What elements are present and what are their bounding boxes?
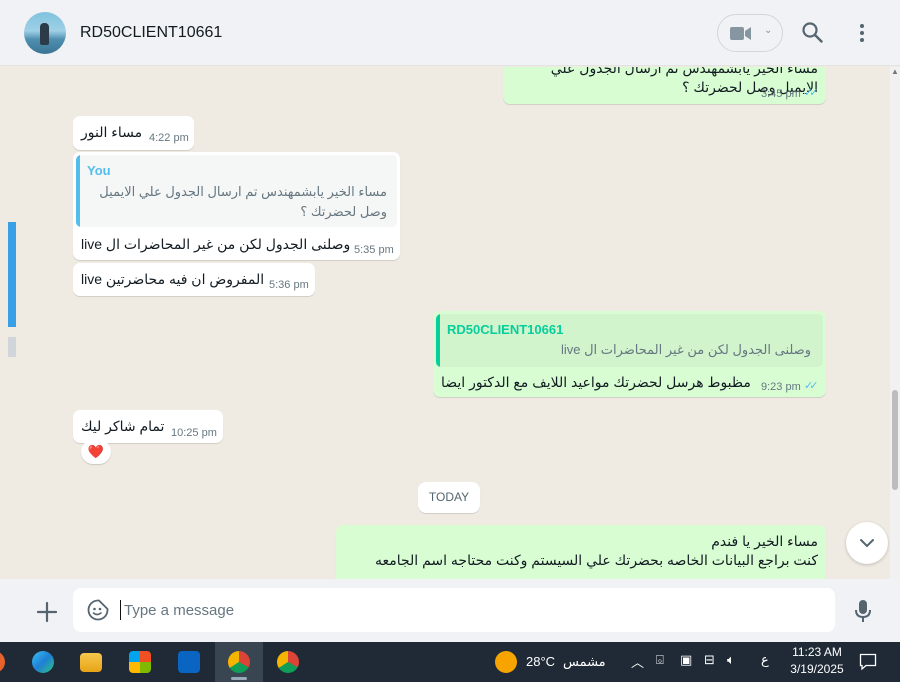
camera-icon[interactable]: ⌺: [656, 652, 664, 668]
contact-avatar[interactable]: [24, 12, 66, 54]
taskbar-store[interactable]: [116, 642, 164, 682]
sun-icon[interactable]: [495, 651, 517, 673]
outlook-icon: [178, 651, 200, 673]
search-icon: [802, 22, 823, 43]
whatsapp-window: RD50CLIENT10661 ⌄ مساء الخير يابشمهندس ت…: [0, 0, 900, 642]
store-icon: [129, 651, 151, 673]
message-text-line: مساء الخير يا فندم: [711, 533, 818, 549]
taskbar-edge[interactable]: [19, 642, 67, 682]
message-bubble[interactable]: مساء الخير يابشمهندس تم ارسال الجدول علي…: [503, 67, 826, 104]
scroll-to-bottom-button[interactable]: [846, 522, 888, 564]
clock-time[interactable]: 11:23 AM: [788, 645, 846, 659]
search-button[interactable]: [802, 22, 823, 48]
message-bubble[interactable]: RD50CLIENT10661 وصلنى الجدول لكن من غير …: [433, 311, 826, 397]
message-bubble[interactable]: المفروض ان فيه محاضرتين live 5:36 pm: [73, 263, 315, 296]
message-input[interactable]: [124, 588, 804, 632]
scrollbar-thumb[interactable]: [892, 390, 898, 490]
chevron-down-icon: ⌄: [764, 25, 773, 36]
message-text-line: كنت براجع البيانات الخاصه بحضرتك علي الس…: [374, 552, 818, 568]
chrome-icon: [277, 651, 299, 673]
sticker-icon: [87, 599, 109, 621]
message-time: 10:25 pm: [171, 427, 217, 439]
message-text: مساء النور: [81, 124, 143, 140]
message-text: وصلنى الجدول لكن من غير المحاضرات ال liv…: [81, 236, 351, 252]
message-time: 3:45 pm: [761, 88, 801, 100]
attach-button[interactable]: [36, 601, 58, 628]
edge-icon: [32, 651, 54, 673]
message-time: 5:35 pm: [354, 244, 394, 256]
taskbar-app-partial[interactable]: [0, 642, 18, 682]
quote-text: مساء الخير يابشمهندس تم ارسال الجدول علي…: [99, 184, 387, 219]
message-text: مظبوط هرسل لحضرتك مواعيد اللايف مع الدكت…: [441, 374, 751, 390]
scrollbar-track[interactable]: [890, 67, 900, 579]
message-bubble[interactable]: تمام شاكر ليك 10:25 pm: [73, 410, 223, 443]
input-language[interactable]: ع: [761, 652, 769, 668]
message-time: 4:22 pm: [149, 132, 189, 144]
scroll-up-arrow-icon[interactable]: ▲: [891, 67, 899, 76]
chevron-down-icon: [860, 539, 874, 548]
message-time: 5:36 pm: [269, 279, 309, 291]
composer: [0, 579, 900, 642]
taskbar-file-explorer[interactable]: [67, 642, 115, 682]
message-bubble[interactable]: مساء الخير يا فندم كنت براجع البيانات ال…: [336, 525, 826, 579]
quoted-message[interactable]: You مساء الخير يابشمهندس تم ارسال الجدول…: [76, 155, 397, 227]
mic-icon: [855, 600, 871, 622]
message-input-box[interactable]: [73, 588, 835, 632]
video-call-button[interactable]: ⌄: [717, 14, 783, 52]
read-ticks-icon: ✓✓: [804, 380, 819, 392]
clock-date[interactable]: 3/19/2025: [785, 662, 849, 676]
message-bubble[interactable]: You مساء الخير يابشمهندس تم ارسال الجدول…: [73, 152, 400, 260]
plus-icon: [36, 601, 58, 623]
quote-text: وصلنى الجدول لكن من غير المحاضرات ال liv…: [560, 342, 811, 357]
weather-desc[interactable]: مشمس: [563, 654, 606, 670]
quote-bar: [436, 314, 440, 367]
chrome-icon: [228, 651, 250, 673]
network-icon[interactable]: ⊟: [704, 652, 715, 668]
notification-icon: [859, 653, 877, 671]
video-call-icon: [730, 27, 751, 40]
chat-header: RD50CLIENT10661 ⌄: [0, 0, 900, 66]
notifications-button[interactable]: [859, 653, 877, 676]
message-bubble[interactable]: مساء النور 4:22 pm: [73, 116, 194, 150]
text-caret: [120, 600, 121, 620]
message-list[interactable]: مساء الخير يابشمهندس تم ارسال الجدول علي…: [8, 67, 890, 579]
sticker-button[interactable]: [87, 599, 109, 626]
message-text: تمام شاكر ليك: [81, 418, 165, 434]
folder-icon: [80, 653, 102, 672]
side-strip-secondary: [8, 337, 16, 357]
quote-author: You: [87, 163, 111, 178]
taskbar-chrome-profile[interactable]: [264, 642, 312, 682]
menu-button[interactable]: [852, 22, 872, 49]
date-divider: TODAY: [418, 482, 480, 513]
message-time: 9:23 pm: [761, 381, 801, 393]
screen-icon[interactable]: ▣: [680, 652, 692, 668]
quote-bar: [76, 155, 80, 227]
quote-author: RD50CLIENT10661: [447, 322, 564, 337]
side-strip: [8, 222, 16, 327]
reaction-heart[interactable]: ❤️: [81, 440, 111, 464]
message-text: المفروض ان فيه محاضرتين live: [81, 271, 265, 287]
menu-icon: [860, 24, 864, 42]
weather-temp[interactable]: 28°C: [526, 654, 555, 669]
taskbar-outlook[interactable]: [165, 642, 213, 682]
volume-icon[interactable]: 🔈︎: [727, 652, 735, 668]
taskbar-chrome-whatsapp[interactable]: [215, 642, 263, 682]
quoted-message[interactable]: RD50CLIENT10661 وصلنى الجدول لكن من غير …: [436, 314, 823, 367]
chevron-up-icon[interactable]: ︿: [631, 652, 644, 671]
contact-name[interactable]: RD50CLIENT10661: [80, 24, 222, 42]
voice-message-button[interactable]: [854, 599, 872, 628]
read-ticks-icon: ✓✓: [804, 87, 819, 99]
